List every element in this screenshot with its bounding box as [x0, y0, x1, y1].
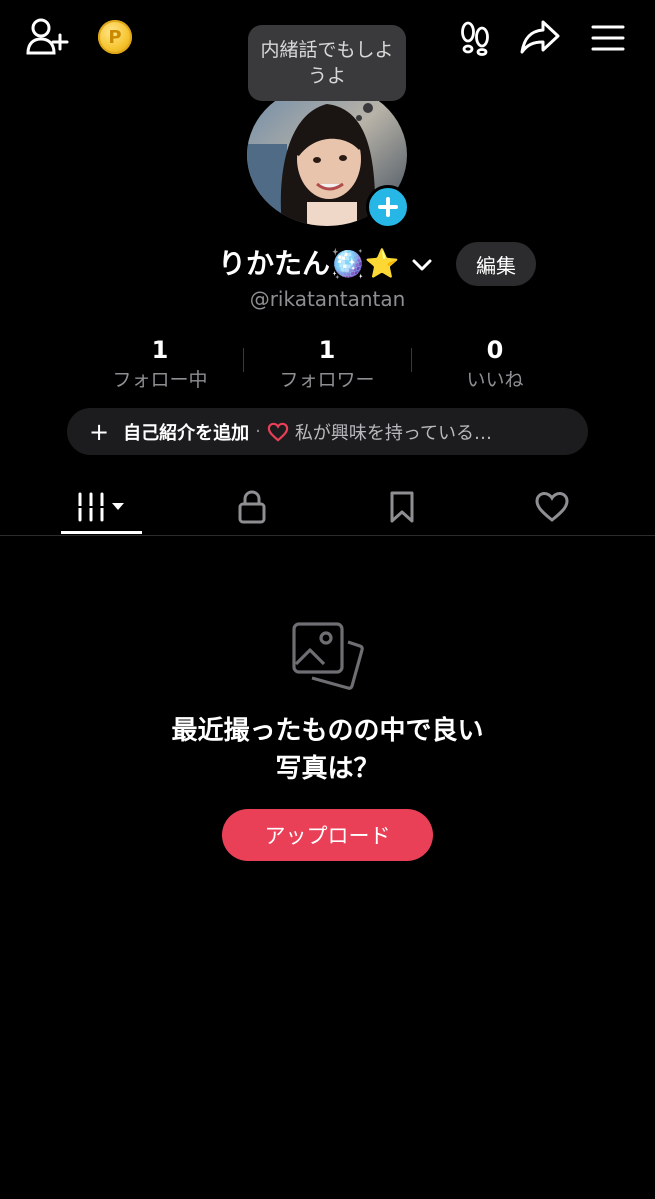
note-text: 内緒話でもしようよ	[260, 39, 394, 87]
edit-profile-button[interactable]: 編集	[456, 242, 536, 286]
bio-bar[interactable]: + 自己紹介を追加 · 私が興味を持っている…	[67, 408, 588, 455]
menu-icon[interactable]	[588, 18, 628, 58]
stat-label: フォロー中	[112, 369, 208, 391]
share-icon[interactable]	[518, 16, 562, 58]
grid-icon	[76, 492, 124, 522]
stat-value: 1	[318, 336, 336, 364]
tab-divider	[0, 535, 655, 536]
chevron-down-icon[interactable]	[411, 257, 433, 273]
bookmark-icon	[390, 491, 414, 523]
empty-state-message: 最近撮ったものの中で良い 写真は？	[171, 716, 484, 784]
tab-liked[interactable]	[477, 480, 627, 534]
stat-followers[interactable]: 1 フォロワー	[243, 334, 411, 394]
heart-icon	[267, 422, 289, 442]
plus-icon: +	[89, 417, 110, 446]
photos-icon	[290, 620, 366, 696]
bubble-tail	[356, 115, 362, 121]
add-bio-label[interactable]: 自己紹介を追加	[123, 419, 249, 445]
stat-following[interactable]: 1 フォロー中	[76, 334, 244, 394]
heart-outline-icon	[535, 491, 569, 522]
note-bubble[interactable]: 内緒話でもしようよ	[248, 25, 406, 101]
bubble-tail	[363, 103, 373, 113]
stat-value: 1	[151, 336, 169, 364]
separator: ·	[255, 421, 261, 442]
tab-private[interactable]	[177, 480, 327, 534]
upload-button[interactable]: アップロード	[222, 809, 433, 861]
stat-label: いいね	[466, 369, 524, 391]
stat-likes[interactable]: 0 いいね	[411, 334, 579, 394]
add-story-button[interactable]	[366, 185, 410, 229]
active-tab-indicator	[61, 531, 142, 534]
stat-label: フォロワー	[279, 369, 375, 391]
interests-label[interactable]: 私が興味を持っている…	[295, 419, 492, 445]
add-friend-icon[interactable]	[24, 16, 70, 58]
username[interactable]: りかたん🪩⭐️	[218, 244, 433, 284]
footprints-icon[interactable]	[455, 18, 495, 58]
tab-videos[interactable]	[27, 480, 177, 534]
lock-icon	[238, 490, 266, 524]
user-handle: @rikatantantan	[249, 287, 406, 311]
stat-value: 0	[486, 336, 504, 364]
coin-icon[interactable]: P	[98, 20, 132, 54]
tab-bookmarks[interactable]	[327, 480, 477, 534]
